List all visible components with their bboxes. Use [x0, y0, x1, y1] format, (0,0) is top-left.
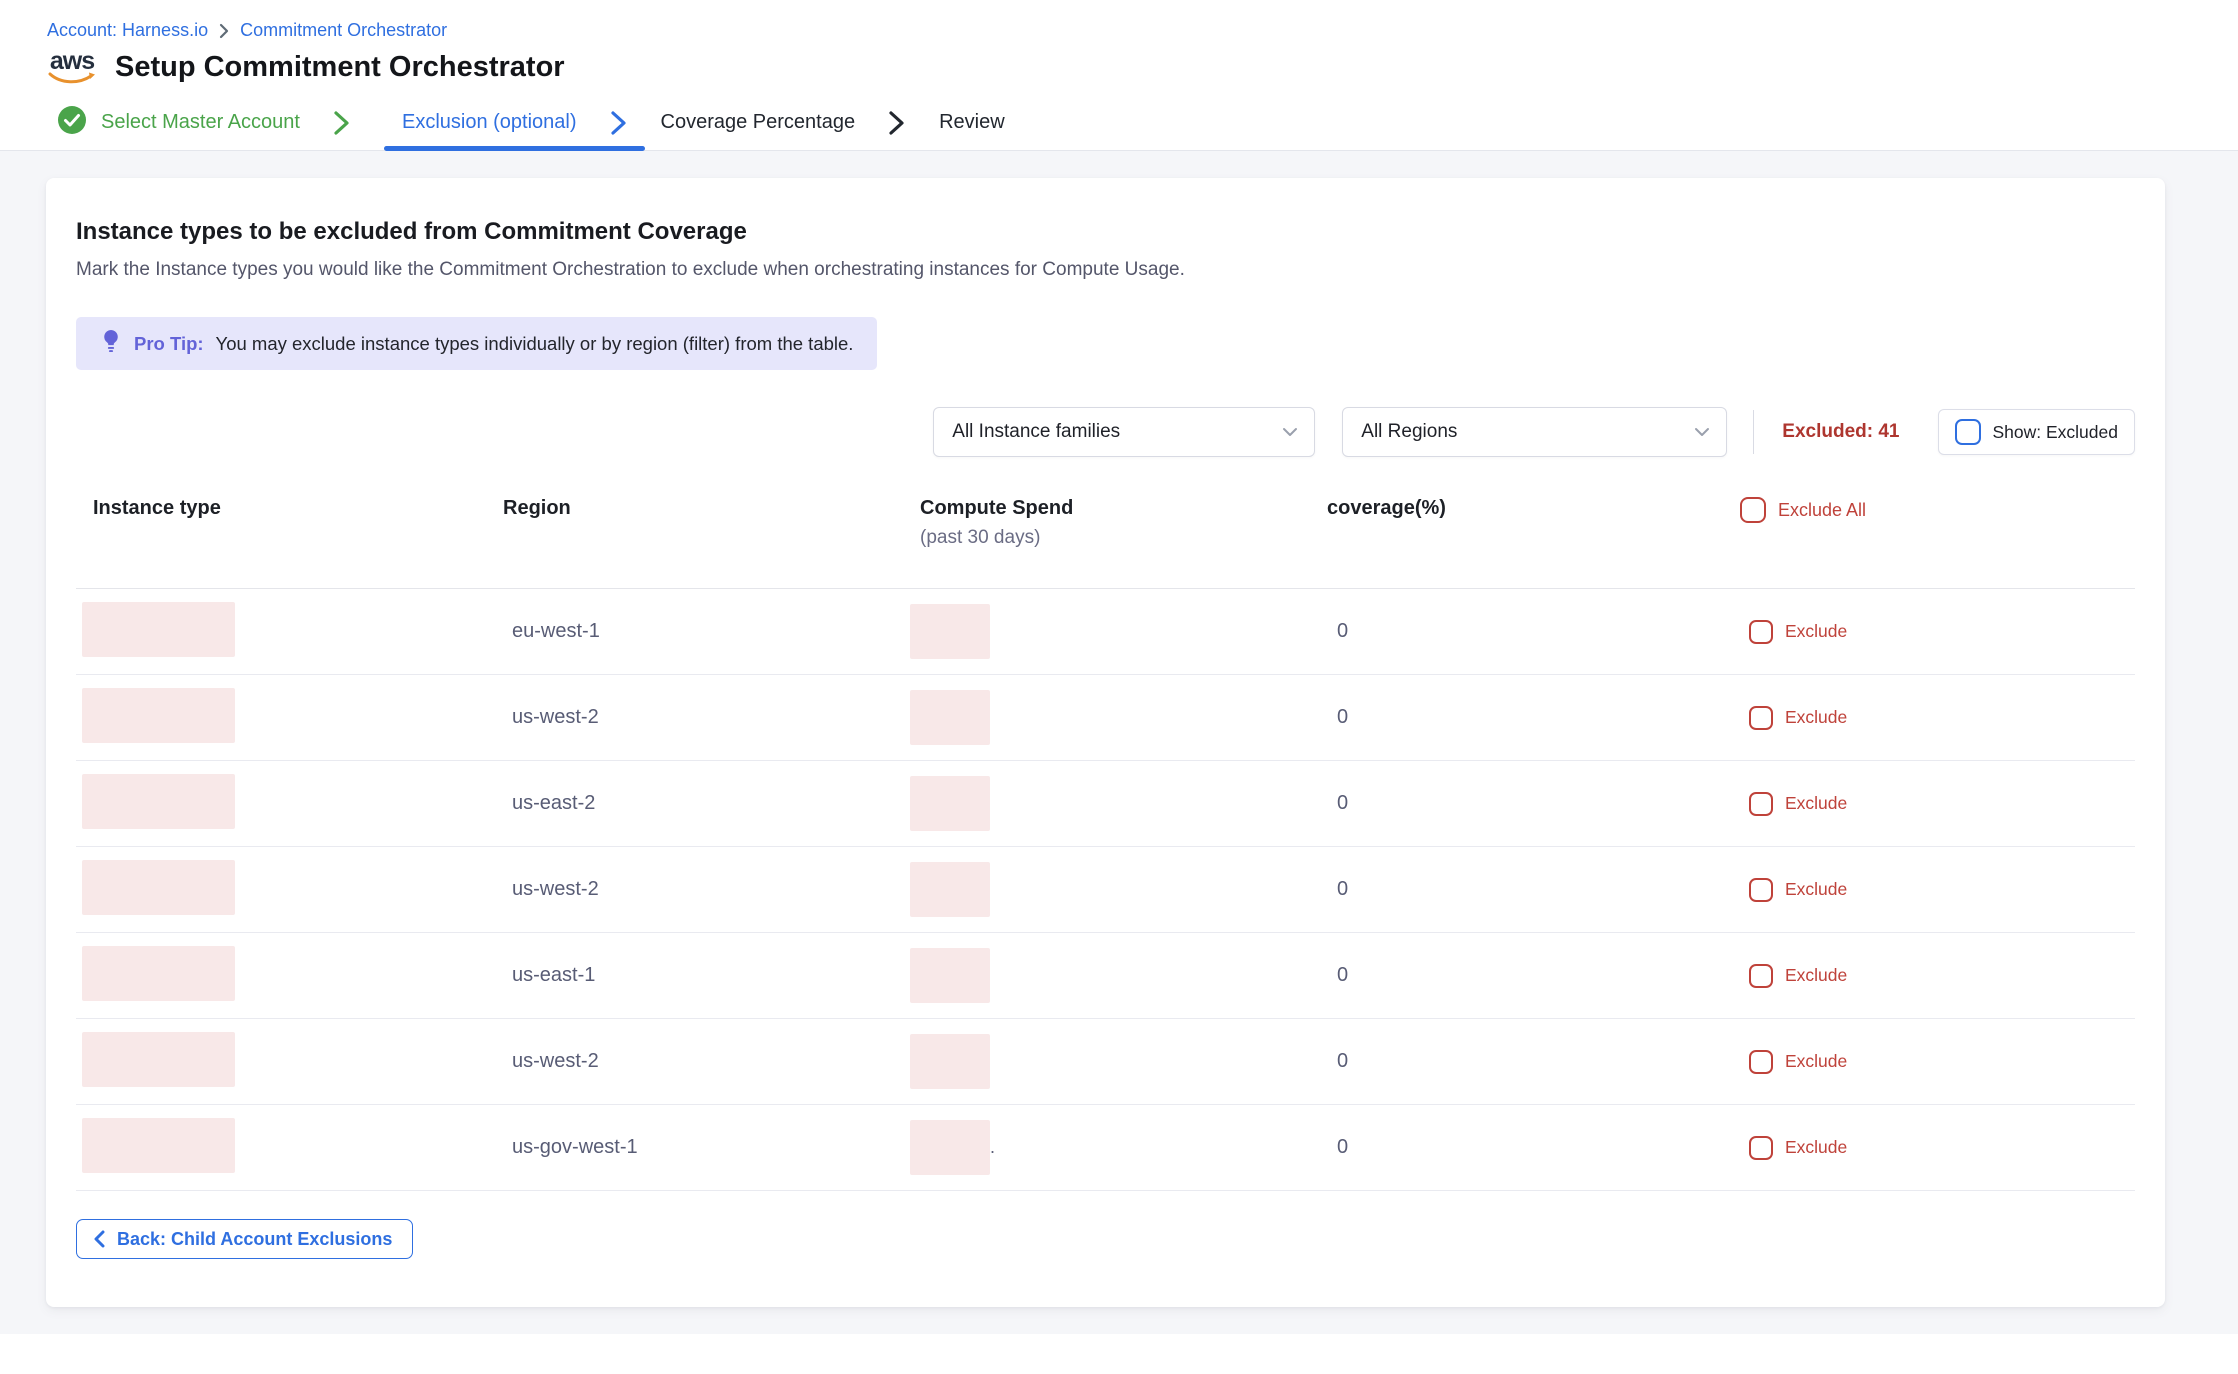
- exclude-label: Exclude: [1785, 965, 1847, 986]
- breadcrumb-account-link[interactable]: Account: Harness.io: [47, 20, 208, 41]
- exclude-checkbox[interactable]: [1749, 1136, 1773, 1160]
- exclude-checkbox[interactable]: [1749, 792, 1773, 816]
- coverage-cell: 0: [1337, 964, 1348, 986]
- coverage-cell: 0: [1337, 878, 1348, 900]
- region-cell: us-east-2: [512, 792, 595, 814]
- coverage-cell: 0: [1337, 620, 1348, 642]
- region-cell: us-west-2: [512, 1050, 599, 1072]
- step-select-master-account[interactable]: Select Master Account: [57, 105, 300, 141]
- table-header-row: Instance type Region Compute Spend (past…: [76, 497, 2135, 589]
- region-cell: us-east-1: [512, 964, 595, 986]
- panel-heading: Instance types to be excluded from Commi…: [76, 218, 2135, 246]
- pro-tip-text: You may exclude instance types individua…: [216, 333, 854, 355]
- redacted-compute-spend: [910, 776, 990, 831]
- region-cell: eu-west-1: [512, 620, 600, 642]
- trailing-mark: .: [990, 1137, 995, 1158]
- exclude-label: Exclude: [1785, 1137, 1847, 1158]
- table-row: us-east-1 0 Exclude: [76, 933, 2135, 1019]
- exclude-label: Exclude: [1785, 1051, 1847, 1072]
- pro-tip-banner: Pro Tip: You may exclude instance types …: [76, 317, 877, 370]
- panel-subheading: Mark the Instance types you would like t…: [76, 259, 2135, 281]
- coverage-cell: 0: [1337, 706, 1348, 728]
- exclude-checkbox[interactable]: [1749, 878, 1773, 902]
- breadcrumb: Account: Harness.io Commitment Orchestra…: [47, 20, 2238, 41]
- redacted-compute-spend: [910, 1034, 990, 1089]
- table-row: eu-west-1 0 Exclude: [76, 589, 2135, 675]
- region-cell: us-west-2: [512, 706, 599, 728]
- chevron-down-icon: [1694, 421, 1710, 443]
- regions-select[interactable]: All Regions: [1342, 407, 1727, 457]
- chevron-right-icon: [887, 110, 905, 136]
- instance-families-select[interactable]: All Instance families: [933, 407, 1315, 457]
- exclude-label: Exclude: [1785, 879, 1847, 900]
- redacted-instance-type: [82, 688, 235, 743]
- exclude-label: Exclude: [1785, 707, 1847, 728]
- table-body: eu-west-1 0 Exclude us-west-2 0 Exclude …: [76, 589, 2135, 1191]
- column-header-region: Region: [503, 497, 910, 520]
- redacted-compute-spend: [910, 1120, 990, 1175]
- exclude-checkbox[interactable]: [1749, 1050, 1773, 1074]
- column-header-coverage: coverage(%): [1327, 497, 1740, 520]
- exclude-label: Exclude: [1785, 621, 1847, 642]
- aws-smile-icon: [48, 72, 96, 85]
- breadcrumb-page-link[interactable]: Commitment Orchestrator: [240, 20, 447, 41]
- panel-card: Instance types to be excluded from Commi…: [46, 178, 2165, 1307]
- content-area: Instance types to be excluded from Commi…: [0, 151, 2238, 1334]
- column-header-compute-spend: Compute Spend (past 30 days): [910, 497, 1327, 549]
- column-header-exclude-all: Exclude All: [1740, 497, 2135, 523]
- chevron-right-icon: [609, 110, 627, 136]
- table-row: us-west-2 0 Exclude: [76, 1019, 2135, 1105]
- region-cell: us-west-2: [512, 878, 599, 900]
- column-header-instance-type: Instance type: [76, 497, 503, 520]
- redacted-instance-type: [82, 1118, 235, 1173]
- redacted-compute-spend: [910, 948, 990, 1003]
- excluded-count-badge: Excluded: 41: [1782, 421, 1899, 443]
- coverage-cell: 0: [1337, 1050, 1348, 1072]
- table-row: us-west-2 0 Exclude: [76, 675, 2135, 761]
- table-row: us-east-2 0 Exclude: [76, 761, 2135, 847]
- exclude-label: Exclude: [1785, 793, 1847, 814]
- filter-row: All Instance families All Regions Exclud…: [76, 407, 2135, 457]
- redacted-compute-spend: [910, 690, 990, 745]
- aws-logo-icon: aws: [47, 50, 97, 85]
- step-review[interactable]: Review: [939, 111, 1005, 134]
- exclude-checkbox[interactable]: [1749, 964, 1773, 988]
- chevron-right-icon: [332, 110, 350, 136]
- exclude-checkbox[interactable]: [1749, 706, 1773, 730]
- back-button[interactable]: Back: Child Account Exclusions: [76, 1219, 413, 1259]
- region-cell: us-gov-west-1: [512, 1136, 638, 1158]
- filter-divider: [1753, 410, 1754, 454]
- table-row: us-west-2 0 Exclude: [76, 847, 2135, 933]
- redacted-instance-type: [82, 860, 235, 915]
- breadcrumb-chevron-icon: [218, 23, 230, 39]
- redacted-instance-type: [82, 946, 235, 1001]
- exclude-all-checkbox[interactable]: [1740, 497, 1766, 523]
- compute-spend-subtitle: (past 30 days): [920, 527, 1327, 549]
- redacted-instance-type: [82, 774, 235, 829]
- check-circle-icon: [57, 105, 87, 141]
- page-header: Account: Harness.io Commitment Orchestra…: [0, 0, 2238, 95]
- step-exclusion[interactable]: Exclusion (optional): [402, 111, 577, 134]
- redacted-instance-type: [82, 602, 235, 657]
- table-row: us-gov-west-1 . 0 Exclude: [76, 1105, 2135, 1191]
- redacted-compute-spend: [910, 604, 990, 659]
- show-excluded-toggle[interactable]: Show: Excluded: [1938, 409, 2136, 455]
- coverage-cell: 0: [1337, 792, 1348, 814]
- lightbulb-icon: [100, 328, 122, 359]
- exclude-checkbox[interactable]: [1749, 620, 1773, 644]
- redacted-instance-type: [82, 1032, 235, 1087]
- coverage-cell: 0: [1337, 1136, 1348, 1158]
- redacted-compute-spend: [910, 862, 990, 917]
- chevron-down-icon: [1282, 421, 1298, 443]
- page-title: Setup Commitment Orchestrator: [115, 51, 565, 84]
- show-excluded-checkbox[interactable]: [1955, 419, 1981, 445]
- exclusion-table: Instance type Region Compute Spend (past…: [76, 497, 2135, 1191]
- pro-tip-label: Pro Tip:: [134, 333, 204, 355]
- step-coverage-percentage[interactable]: Coverage Percentage: [661, 111, 856, 134]
- stepper: Select Master Account Exclusion (optiona…: [0, 95, 2238, 151]
- chevron-left-icon: [93, 1230, 105, 1248]
